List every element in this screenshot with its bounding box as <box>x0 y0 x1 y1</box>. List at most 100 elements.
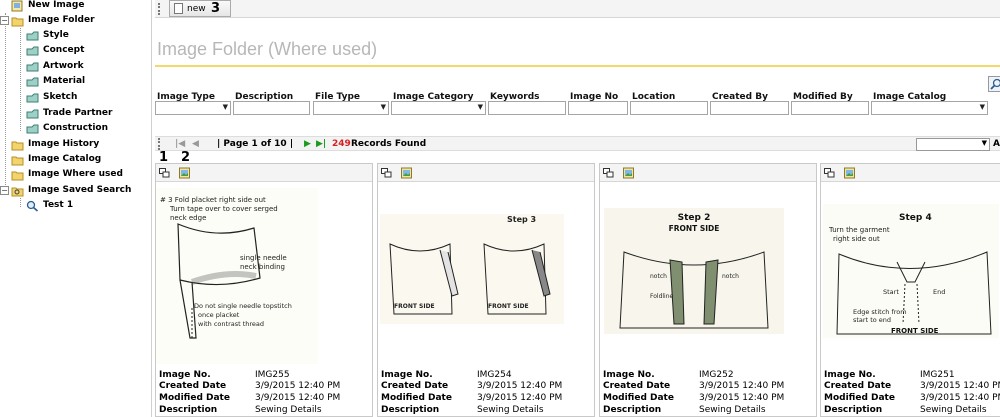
sidebar-item-artwork[interactable]: Artwork <box>26 59 84 74</box>
created-by-input[interactable] <box>710 101 789 115</box>
step-heading: Step 4 <box>899 213 932 223</box>
location-input[interactable] <box>630 101 708 115</box>
image-preview-icon[interactable] <box>844 167 856 179</box>
pager-grip <box>158 138 160 150</box>
created-date-label: Created Date <box>824 381 892 391</box>
sketch-note: Turn the garment <box>828 226 890 234</box>
sidebar-item-image-where-used[interactable]: Image Where used <box>11 167 123 182</box>
modified-date-value: 3/9/2015 12:40 PM <box>699 393 785 403</box>
sidebar-item-image-catalog[interactable]: Image Catalog <box>11 152 101 167</box>
collapse-icon[interactable]: − <box>0 186 9 195</box>
image-card[interactable]: Step 2 FRONT SIDE notch Foldline notch I… <box>599 163 817 417</box>
modified-date-value: 3/9/2015 12:40 PM <box>477 393 563 403</box>
file-type-select[interactable] <box>313 101 389 115</box>
sidebar-item-label: Image Saved Search <box>28 185 132 195</box>
modified-by-input[interactable] <box>791 101 869 115</box>
tree-connector <box>20 28 21 131</box>
copy-icon[interactable] <box>159 168 170 178</box>
sidebar-item-label: Image Catalog <box>28 154 102 164</box>
sketch-note: Do not single needle topstitch <box>194 302 292 310</box>
description-value: Sewing Details <box>255 405 322 415</box>
sketch-note: start to end <box>853 316 891 324</box>
card-toolbar <box>378 164 594 182</box>
sidebar: New Image − Image Folder Style Concept A… <box>0 0 152 417</box>
modified-date-label: Modified Date <box>381 393 452 403</box>
page-title: Image Folder (Where used) <box>157 39 378 59</box>
sketch-image[interactable]: Step 4 Turn the garment right side out S… <box>823 204 999 338</box>
image-card[interactable]: Step 3 FRONT SIDE FRONT SIDE Image No. I… <box>377 163 595 417</box>
collapse-icon[interactable]: − <box>0 16 9 25</box>
created-date-value: 3/9/2015 12:40 PM <box>477 381 563 391</box>
image-category-select[interactable] <box>391 101 486 115</box>
sidebar-item-sketch[interactable]: Sketch <box>26 90 77 105</box>
sidebar-item-style[interactable]: Style <box>26 28 69 43</box>
sidebar-item-trade-partner[interactable]: Trade Partner <box>26 106 112 121</box>
sidebar-item-new-image[interactable]: New Image <box>11 0 84 13</box>
image-catalog-select[interactable] <box>871 101 988 115</box>
sidebar-item-image-folder[interactable]: − Image Folder <box>0 13 95 28</box>
tree-connector <box>20 198 21 207</box>
description-label: Description <box>824 405 883 415</box>
sketch-note: once placket <box>198 311 240 319</box>
sidebar-item-concept[interactable]: Concept <box>26 43 84 58</box>
sidebar-item-label: Image Where used <box>28 169 123 179</box>
new-image-icon <box>11 0 23 11</box>
new-button-label: new <box>187 3 206 14</box>
copy-icon[interactable] <box>824 168 835 178</box>
keywords-input[interactable] <box>488 101 566 115</box>
next-page-icon[interactable]: ▶ <box>304 138 311 151</box>
image-no-label: Image No. <box>159 370 211 380</box>
copy-icon[interactable] <box>381 168 392 178</box>
description-input[interactable] <box>233 101 310 115</box>
search-button[interactable] <box>988 76 1000 92</box>
sidebar-item-image-history[interactable]: Image History <box>11 137 99 152</box>
sidebar-item-label: Construction <box>43 123 109 133</box>
sidebar-item-image-saved-search[interactable]: − Image Saved Search <box>0 183 132 198</box>
new-button[interactable]: new <box>169 0 231 17</box>
sketch-note: single needle <box>240 254 287 262</box>
image-no-label: Image No. <box>824 370 876 380</box>
image-preview-icon[interactable] <box>401 167 413 179</box>
sidebar-item-construction[interactable]: Construction <box>26 121 108 136</box>
page-size-suffix: A <box>993 139 1000 149</box>
image-type-select[interactable] <box>155 101 231 115</box>
card-toolbar <box>600 164 816 182</box>
folder-icon <box>11 17 24 26</box>
last-page-icon[interactable]: ▶| <box>316 138 326 151</box>
previous-page-icon[interactable]: ◀ <box>192 138 199 151</box>
sketch-image[interactable]: # 3 Fold placket right side out Turn tap… <box>156 188 318 364</box>
top-toolbar: new <box>155 0 1000 18</box>
sketch-note: FRONT SIDE <box>488 303 529 310</box>
sketch-image[interactable]: Step 2 FRONT SIDE notch Foldline notch <box>604 208 784 334</box>
image-card[interactable]: # 3 Fold placket right side out Turn tap… <box>155 163 373 417</box>
sketch-note: Foldline <box>650 293 674 300</box>
image-no-input[interactable] <box>568 101 628 115</box>
sketch-note: FRONT SIDE <box>394 303 435 310</box>
image-no-value: IMG254 <box>477 370 512 380</box>
description-label: Description <box>381 405 440 415</box>
sketch-image[interactable]: Step 3 FRONT SIDE FRONT SIDE <box>380 214 564 324</box>
sketch-note: Edge stitch from <box>853 308 907 316</box>
created-date-label: Created Date <box>603 381 671 391</box>
image-preview-icon[interactable] <box>623 167 635 179</box>
page-size-select[interactable] <box>916 138 990 151</box>
description-value: Sewing Details <box>699 405 766 415</box>
sketch-note: End <box>933 288 945 296</box>
description-label: Description <box>603 405 662 415</box>
image-card[interactable]: Step 4 Turn the garment right side out S… <box>820 163 1000 417</box>
folder-icon <box>11 156 24 165</box>
pager-bar: |◀ ◀ | Page 1 of 10 | ▶ ▶| 249 Records F… <box>155 136 1000 151</box>
sidebar-item-material[interactable]: Material <box>26 74 85 89</box>
step-heading: Step 3 <box>507 215 536 224</box>
sidebar-item-test-1[interactable]: Test 1 <box>26 198 73 213</box>
copy-icon[interactable] <box>603 168 614 178</box>
sidebar-item-label: Image History <box>28 139 100 149</box>
image-no-label: Image No. <box>603 370 655 380</box>
description-value: Sewing Details <box>920 405 987 415</box>
image-preview-icon[interactable] <box>179 167 191 179</box>
folder-tag-icon <box>26 109 39 118</box>
new-document-icon <box>174 3 183 14</box>
sidebar-item-label: Artwork <box>43 61 84 71</box>
sidebar-item-label: Test 1 <box>43 200 74 210</box>
created-date-label: Created Date <box>159 381 227 391</box>
